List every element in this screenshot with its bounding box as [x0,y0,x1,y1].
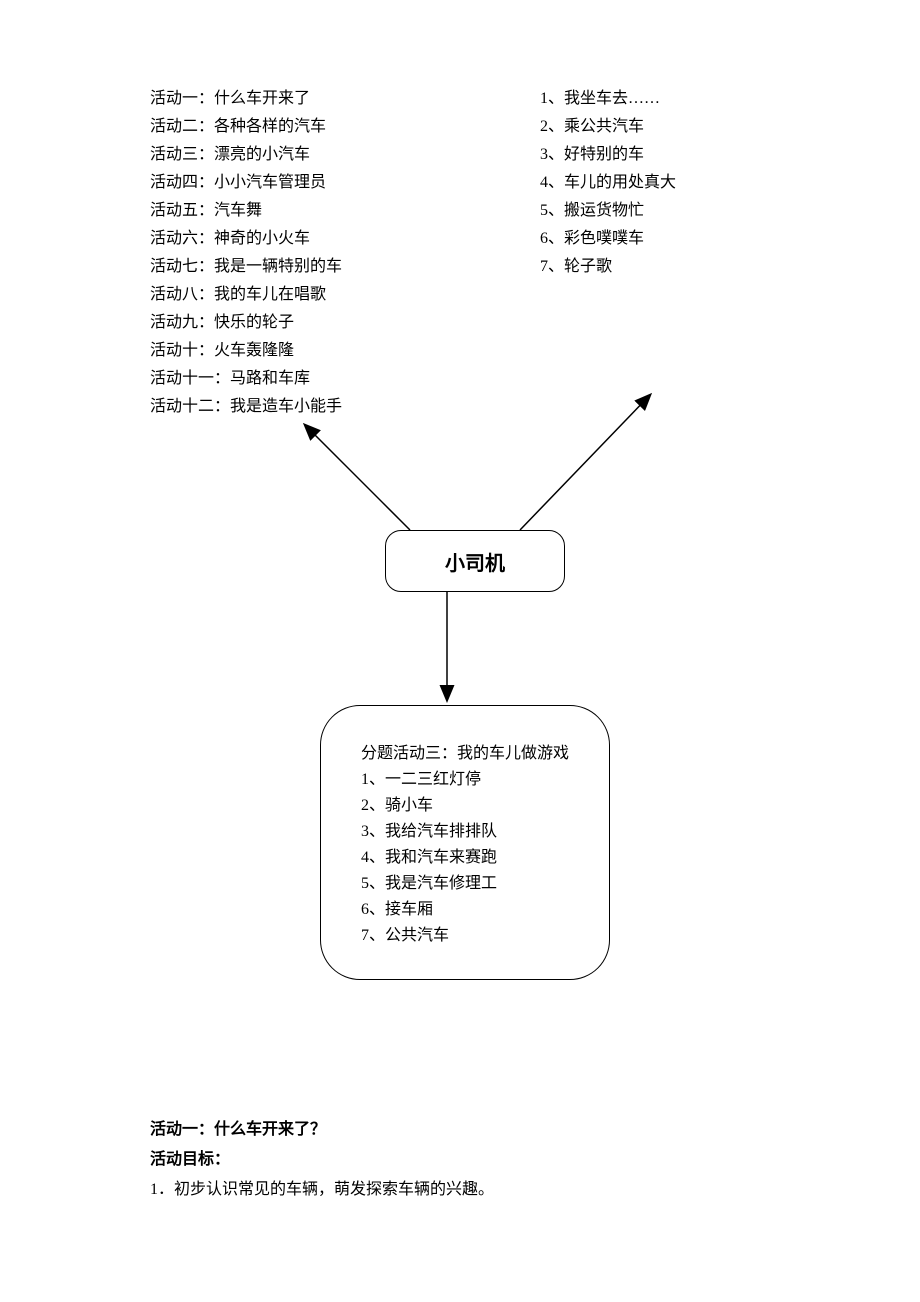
list-item: 活动五：汽车舞 [150,197,342,225]
diagram-arrows [0,0,920,1302]
list-item: 6、接车厢 [361,897,579,923]
activity-list-right: 1、我坐车去…… 2、乘公共汽车 3、好特别的车 4、车儿的用处真大 5、搬运货… [540,85,676,281]
list-item: 活动一：什么车开来了 [150,85,342,113]
activity-list-left: 活动一：什么车开来了 活动二：各种各样的汽车 活动三：漂亮的小汽车 活动四：小小… [150,85,342,421]
list-item: 5、搬运货物忙 [540,197,676,225]
footer-section: 活动一：什么车开来了？ 活动目标： 1．初步认识常见的车辆，萌发探索车辆的兴趣。 [150,1115,494,1205]
list-item: 活动八：我的车儿在唱歌 [150,281,342,309]
list-item: 4、我和汽车来赛跑 [361,845,579,871]
bottom-node-title: 分题活动三：我的车儿做游戏 [361,741,579,767]
list-item: 活动二：各种各样的汽车 [150,113,342,141]
footer-title: 活动一：什么车开来了？ [150,1115,494,1145]
list-item: 1、一二三红灯停 [361,767,579,793]
list-item: 活动九：快乐的轮子 [150,309,342,337]
list-item: 5、我是汽车修理工 [361,871,579,897]
list-item: 活动三：漂亮的小汽车 [150,141,342,169]
list-item: 活动四：小小汽车管理员 [150,169,342,197]
list-item: 6、彩色噗噗车 [540,225,676,253]
arrow-to-left-list [305,425,410,530]
center-node: 小司机 [385,530,565,592]
list-item: 1、我坐车去…… [540,85,676,113]
footer-body: 1．初步认识常见的车辆，萌发探索车辆的兴趣。 [150,1175,494,1205]
list-item: 3、我给汽车排排队 [361,819,579,845]
footer-subtitle: 活动目标： [150,1145,494,1175]
list-item: 3、好特别的车 [540,141,676,169]
list-item: 活动十二：我是造车小能手 [150,393,342,421]
arrow-to-right-list [520,395,650,530]
list-item: 活动十：火车轰隆隆 [150,337,342,365]
list-item: 2、乘公共汽车 [540,113,676,141]
list-item: 7、公共汽车 [361,923,579,949]
list-item: 活动十一：马路和车库 [150,365,342,393]
list-item: 7、轮子歌 [540,253,676,281]
bottom-node: 分题活动三：我的车儿做游戏 1、一二三红灯停 2、骑小车 3、我给汽车排排队 4… [320,705,610,980]
list-item: 4、车儿的用处真大 [540,169,676,197]
list-item: 活动六：神奇的小火车 [150,225,342,253]
center-node-label: 小司机 [445,547,505,576]
list-item: 2、骑小车 [361,793,579,819]
list-item: 活动七：我是一辆特别的车 [150,253,342,281]
